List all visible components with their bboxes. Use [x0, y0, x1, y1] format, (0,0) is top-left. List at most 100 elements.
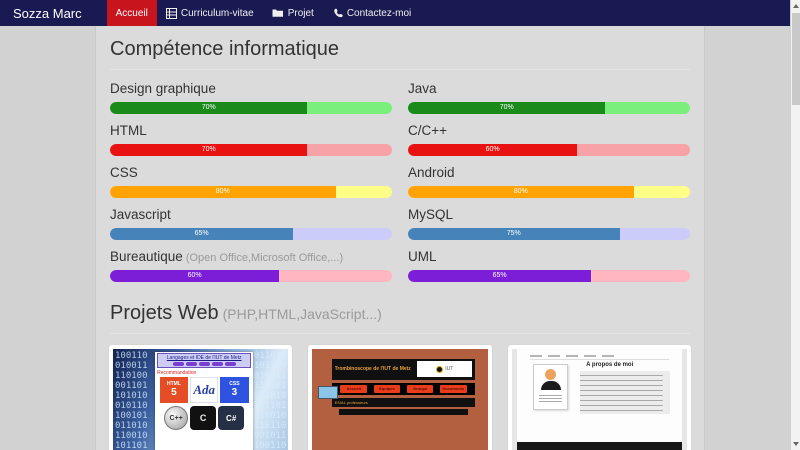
progress-track: 70% — [110, 102, 392, 114]
progress-fill: 65% — [408, 270, 591, 282]
thumbnail-nav-buttons: Accueil Equipes Groupe Documents — [332, 383, 476, 395]
progress-fill: 70% — [110, 102, 307, 114]
progress-fill: 70% — [408, 102, 605, 114]
project-thumbnail-html: 100110 010011 110100 001101 101010 01011… — [113, 349, 288, 450]
progress-fill: 60% — [408, 144, 577, 156]
phone-icon — [332, 8, 343, 19]
scrollbar-thumb[interactable] — [792, 13, 800, 105]
projects-subtitle: (PHP,HTML,JavaScript...) — [223, 306, 382, 322]
thumbnail-nav-button: Accueil — [340, 385, 367, 393]
thumbnail-info-bar: ESIAL professeurs — [332, 398, 476, 408]
progress-fill: 70% — [110, 144, 307, 156]
skill-name: Android — [408, 165, 455, 180]
progress-track: 60% — [408, 144, 690, 156]
projects-grid: 100110 010011 110100 001101 101010 01011… — [96, 344, 704, 450]
skill-uml: UML 65% — [408, 248, 690, 282]
skill-html: HTML 70% — [110, 122, 392, 156]
skill-name: Java — [408, 81, 437, 96]
progress-track: 70% — [408, 102, 690, 114]
c-logo: C — [190, 406, 216, 430]
folder-icon — [272, 8, 284, 18]
nav-item-curriculum-vitae[interactable]: Curriculum-vitae — [157, 0, 263, 26]
skills-grid: Design graphique 70% Java 70% HTML 70% C… — [96, 80, 704, 282]
nav-item-contactez-moi[interactable]: Contactez-moi — [323, 0, 420, 26]
thumbnail-page-title: Trombinoscope de l'IUT de Metz — [335, 366, 418, 372]
skill-name: Design graphique — [110, 81, 216, 96]
nav-item-label: Projet — [288, 8, 314, 19]
scrollbar[interactable] — [790, 0, 800, 450]
thumbnail-sub-bar — [339, 409, 469, 414]
progress-track: 80% — [110, 186, 392, 198]
thumbnail-text-block — [580, 371, 671, 413]
progress-track: 65% — [408, 270, 690, 282]
projects-section-title: Projets Web(PHP,HTML,JavaScript...) — [96, 290, 704, 331]
binary-pattern: 011010 101100 010011 110101 001010 10110… — [254, 351, 287, 450]
thumbnail-nav-button: Groupe — [407, 385, 434, 393]
university-logo: IUT — [417, 361, 472, 376]
project-thumbnail-php: Trombinoscope de l'IUT de Metz IUT Accue… — [312, 349, 487, 450]
divider — [110, 69, 690, 70]
thumbnail-nav-button: Equipes — [374, 385, 401, 393]
progress-track: 80% — [408, 186, 690, 198]
nav-item-label: Accueil — [116, 8, 148, 19]
project-card-php[interactable]: Trombinoscope de l'IUT de Metz IUT Accue… — [307, 344, 492, 450]
project-card-html[interactable]: 100110 010011 110100 001101 101010 01011… — [108, 344, 293, 450]
progress-fill: 60% — [110, 270, 279, 282]
skills-section-title: Compétence informatique — [96, 26, 704, 67]
thumbnail-page: Langages et IDE de l'IUT de Metz Recomma… — [155, 352, 253, 450]
skill-bureautique: Bureautique(Open Office,Microsoft Office… — [110, 248, 392, 282]
csharp-logo: C# — [218, 406, 244, 430]
thumbnail-page-title: Langages et IDE de l'IUT de Metz — [159, 355, 249, 361]
binary-pattern: 100110 010011 110100 001101 101010 01011… — [115, 351, 148, 450]
thumbnail-nav-button: Documents — [440, 385, 467, 393]
progress-track: 75% — [408, 228, 690, 240]
skill-mysql: MySQL 75% — [408, 206, 690, 240]
scroll-down-arrow[interactable] — [791, 438, 800, 450]
project-thumbnail-intranet: A propos de moi — [512, 349, 687, 450]
progress-fill: 65% — [110, 228, 293, 240]
css3-logo: CSS3 — [220, 377, 248, 403]
brand[interactable]: Sozza Marc — [0, 0, 95, 26]
progress-track: 65% — [110, 228, 392, 240]
progress-fill: 75% — [408, 228, 620, 240]
skill-name: C/C++ — [408, 123, 447, 138]
projects-title-text: Projets Web — [110, 302, 219, 324]
skill-css: CSS 80% — [110, 164, 392, 198]
progress-track: 70% — [110, 144, 392, 156]
skill-name: CSS — [110, 165, 138, 180]
skill-java: Java 70% — [408, 80, 690, 114]
scroll-up-arrow[interactable] — [791, 0, 800, 12]
progress-track: 60% — [110, 270, 392, 282]
nav-item-label: Curriculum-vitae — [181, 8, 254, 19]
table-icon — [166, 8, 177, 19]
skill-name: Javascript — [110, 207, 171, 222]
thumbnail-footer — [517, 442, 682, 449]
skill-name: MySQL — [408, 207, 453, 222]
main-content: Compétence informatique Design graphique… — [96, 26, 704, 450]
thumbnail-side-widget — [318, 386, 338, 399]
skill-android: Android 80% — [408, 164, 690, 198]
skill-javascript: Javascript 65% — [110, 206, 392, 240]
skill-c-cpp: C/C++ 60% — [408, 122, 690, 156]
nav-item-projet[interactable]: Projet — [263, 0, 323, 26]
html5-logo: HTML5 — [160, 377, 188, 403]
profile-card — [533, 364, 568, 411]
skill-name: HTML — [110, 123, 147, 138]
thumbnail-label: Recommandation — [157, 370, 251, 376]
nav-item-accueil[interactable]: Accueil — [107, 0, 157, 26]
progress-fill: 80% — [110, 186, 336, 198]
cpp-logo: C++ — [164, 406, 188, 430]
divider — [110, 333, 690, 334]
skill-design-graphique: Design graphique 70% — [110, 80, 392, 114]
skill-name: UML — [408, 249, 437, 264]
project-card-intranet[interactable]: A propos de moi Projet Intranet — [507, 344, 692, 450]
skill-note: (Open Office,Microsoft Office,...) — [186, 252, 343, 264]
navbar: Sozza Marc Accueil Curriculum-vitae Proj… — [0, 0, 790, 26]
thumbnail-page-heading: A propos de moi — [586, 362, 633, 368]
nav-item-label: Contactez-moi — [347, 8, 411, 19]
skill-name: Bureautique — [110, 249, 183, 264]
ada-logo: Ada — [190, 377, 218, 403]
thumbnail-nav-buttons — [159, 362, 249, 366]
progress-fill: 80% — [408, 186, 634, 198]
thumbnail-nav-links — [530, 354, 668, 359]
